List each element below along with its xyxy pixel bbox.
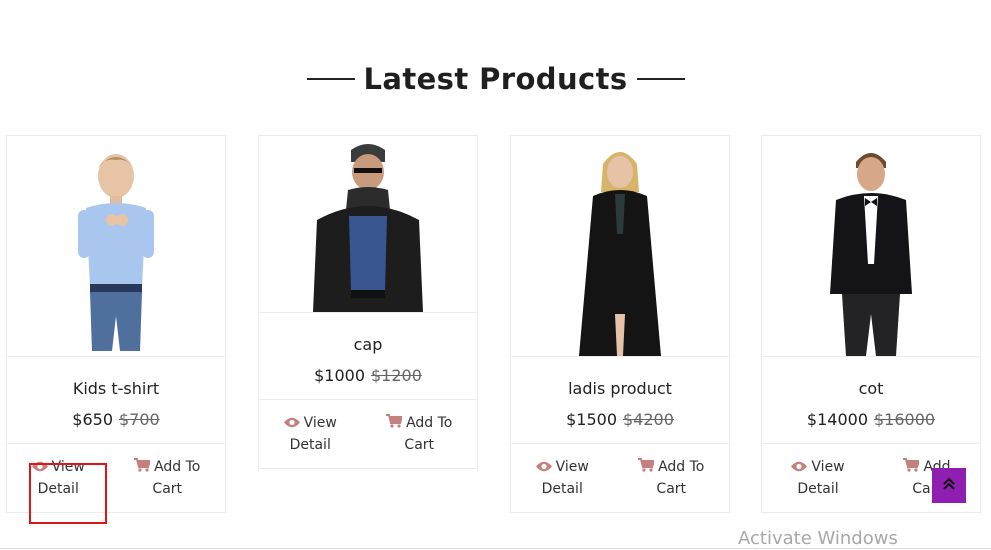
cart-icon — [638, 457, 656, 479]
product-prices: $1000 $1200 — [259, 366, 477, 385]
product-name[interactable]: cot — [762, 379, 980, 398]
add-to-cart-label: Add To Cart — [152, 458, 201, 497]
add-to-cart-button[interactable]: Add To Cart — [380, 413, 458, 456]
product-actions: View Detail Add To Cart — [259, 400, 477, 468]
product-price: $14000 — [806, 410, 868, 429]
product-info: cot $14000 $16000 — [762, 357, 980, 444]
kid-figure — [78, 154, 154, 351]
product-info: Kids t-shirt $650 $700 — [7, 357, 225, 444]
view-detail-button[interactable]: View Detail — [278, 413, 343, 456]
product-card: Kids t-shirt $650 $700 View Detail Add To… — [6, 135, 226, 513]
man-tuxedo-figure — [830, 153, 912, 356]
view-detail-button[interactable]: View Detail — [530, 457, 595, 500]
product-old-price: $16000 — [874, 410, 936, 429]
cart-icon — [903, 457, 921, 479]
product-old-price: $700 — [119, 410, 160, 429]
title-left-line — [306, 78, 355, 80]
view-detail-button[interactable]: View Detail — [785, 457, 850, 500]
woman-coat-figure — [579, 152, 661, 356]
eye-icon — [791, 458, 808, 479]
product-actions: View Detail Add To Cart — [7, 444, 225, 512]
eye-icon — [535, 458, 552, 479]
bottom-divider — [0, 548, 991, 549]
man-jacket-figure — [313, 144, 423, 312]
product-price: $1000 — [314, 366, 365, 385]
product-card: cap $1000 $1200 View Detail Add To Cart — [258, 135, 478, 469]
product-prices: $14000 $16000 — [762, 410, 980, 429]
section-title: Latest Products — [0, 62, 991, 96]
cart-icon — [386, 413, 404, 435]
scroll-top-button[interactable] — [932, 468, 966, 503]
product-price: $650 — [72, 410, 113, 429]
product-image[interactable] — [511, 136, 729, 357]
cart-icon — [134, 457, 152, 479]
product-info: ladis product $1500 $4200 — [511, 357, 729, 444]
add-to-cart-button[interactable]: Add To Cart — [128, 457, 206, 500]
add-to-cart-label: Add To Cart — [404, 414, 453, 453]
product-old-price: $1200 — [371, 366, 422, 385]
add-to-cart-button[interactable]: Add To Cart — [632, 457, 710, 500]
product-name[interactable]: Kids t-shirt — [7, 379, 225, 398]
product-prices: $650 $700 — [7, 410, 225, 429]
product-image[interactable] — [7, 136, 225, 357]
product-image[interactable] — [762, 136, 980, 357]
product-name[interactable]: cap — [259, 335, 477, 354]
section-heading: Latest Products — [363, 62, 628, 96]
chevron-double-up-icon — [943, 476, 955, 495]
product-card: cot $14000 $16000 View Detail Add Cart — [761, 135, 981, 513]
product-card: ladis product $1500 $4200 View Detail Add… — [510, 135, 730, 513]
activate-windows-watermark: Activate Windows — [738, 528, 898, 549]
product-price: $1500 — [566, 410, 617, 429]
product-info: cap $1000 $1200 — [259, 313, 477, 400]
title-right-line — [636, 78, 685, 80]
eye-icon — [283, 414, 300, 435]
add-to-cart-label: Add To Cart — [656, 458, 705, 497]
product-old-price: $4200 — [623, 410, 674, 429]
view-detail-button[interactable]: View Detail — [26, 457, 91, 500]
product-name[interactable]: ladis product — [511, 379, 729, 398]
eye-icon — [31, 458, 48, 479]
product-actions: View Detail Add To Cart — [511, 444, 729, 512]
product-image[interactable] — [259, 136, 477, 313]
product-prices: $1500 $4200 — [511, 410, 729, 429]
